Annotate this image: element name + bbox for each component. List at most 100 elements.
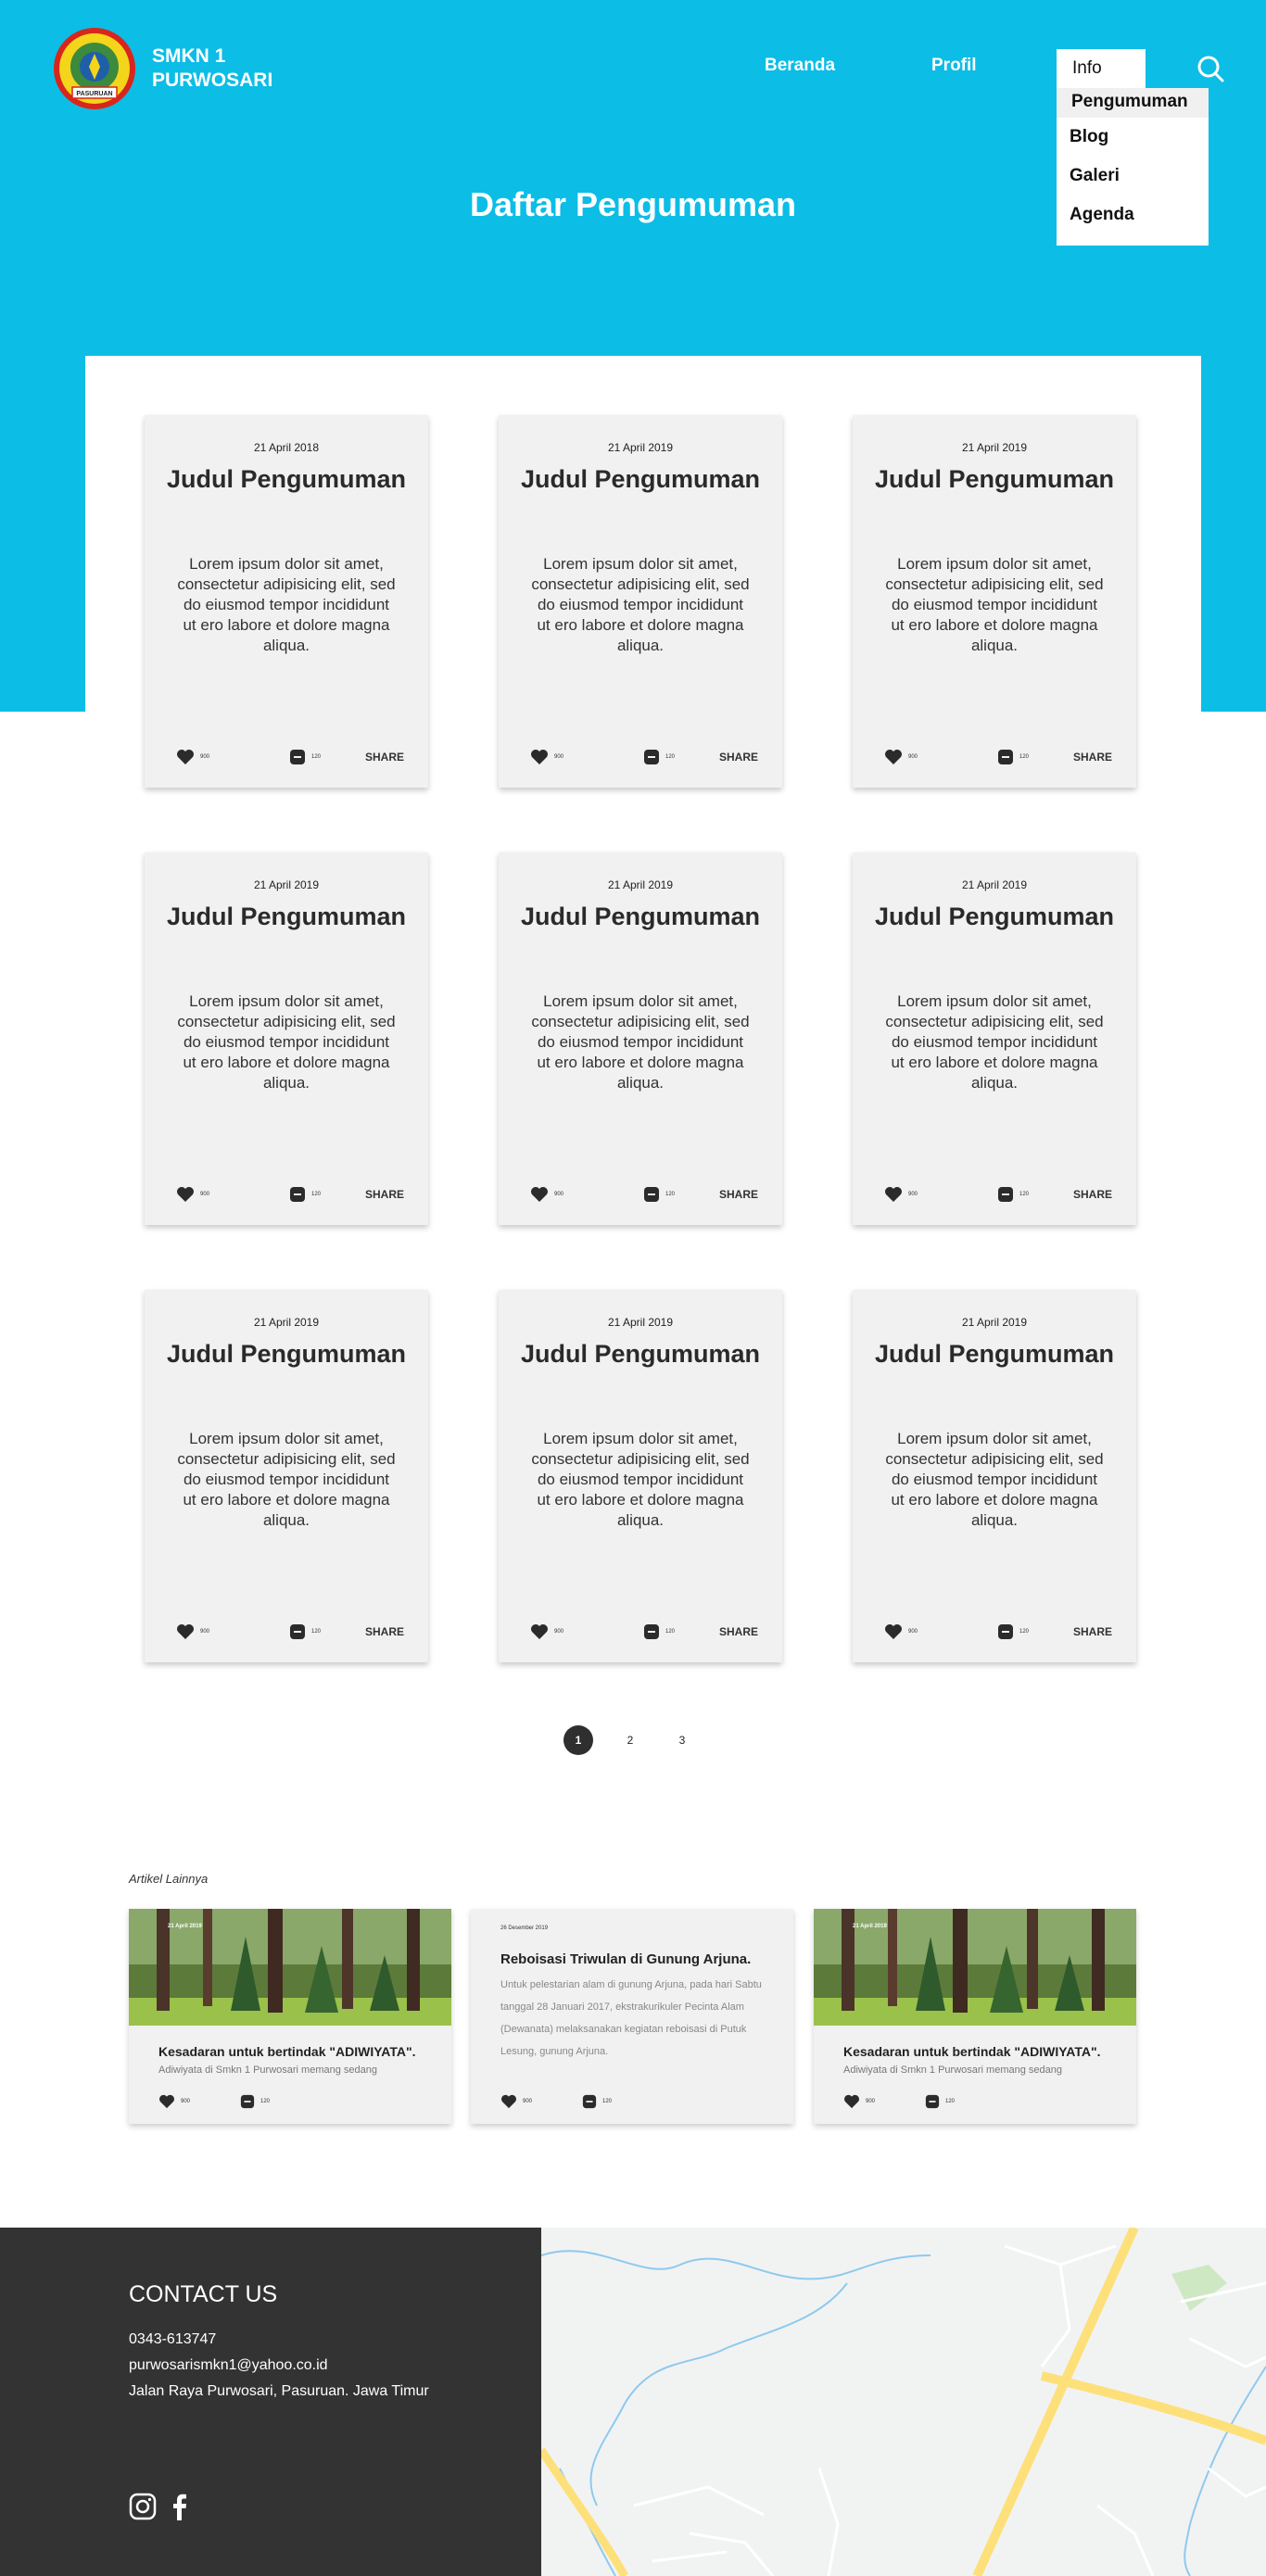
comment-icon bbox=[644, 1187, 659, 1202]
comment-icon bbox=[290, 1624, 305, 1639]
announcement-card-9[interactable]: 21 April 2019 Judul Pengumuman Lorem ips… bbox=[853, 1290, 1136, 1662]
card-title[interactable]: Judul Pengumuman bbox=[853, 1338, 1136, 1370]
card-date: 21 April 2019 bbox=[607, 1316, 674, 1329]
like-button[interactable]: 900 bbox=[176, 1186, 209, 1203]
share-button[interactable]: SHARE bbox=[1073, 751, 1112, 764]
dropdown-item-pengumuman[interactable]: Pengumuman bbox=[1057, 88, 1209, 118]
card-title[interactable]: Judul Pengumuman bbox=[499, 463, 782, 495]
related-card-3[interactable]: 21 April 2019 Kesadaran untuk bertindak … bbox=[814, 1909, 1136, 2124]
like-button[interactable]: 900 bbox=[530, 749, 563, 765]
dropdown-item-blog[interactable]: Blog bbox=[1070, 127, 1108, 147]
comment-count: 120 bbox=[665, 1629, 676, 1635]
related-title[interactable]: Kesadaran untuk bertindak "ADIWIYATA". bbox=[843, 2044, 1101, 2059]
comment-button[interactable]: 120 bbox=[582, 2094, 612, 2109]
contact-address: Jalan Raya Purwosari, Pasuruan. Jawa Tim… bbox=[129, 2383, 429, 2399]
card-body: Lorem ipsum dolor sit amet, consectetur … bbox=[531, 1430, 750, 1529]
heart-icon bbox=[531, 1187, 548, 1202]
comment-button[interactable]: 120 bbox=[289, 749, 321, 765]
comment-button[interactable]: 120 bbox=[643, 1623, 675, 1640]
related-date: 26 Desember 2019 bbox=[500, 1926, 549, 1931]
card-body: Lorem ipsum dolor sit amet, consectetur … bbox=[531, 555, 750, 654]
share-button[interactable]: SHARE bbox=[365, 1625, 404, 1638]
nav-info[interactable]: Info bbox=[1057, 49, 1146, 88]
announcement-card-7[interactable]: 21 April 2019 Judul Pengumuman Lorem ips… bbox=[145, 1290, 428, 1662]
page-2-button[interactable]: 2 bbox=[615, 1725, 645, 1755]
comment-icon bbox=[998, 1624, 1013, 1639]
contact-email[interactable]: purwosarismkn1@yahoo.co.id bbox=[129, 2357, 328, 2374]
card-footer: 900 120 SHARE bbox=[176, 1186, 404, 1203]
comment-button[interactable]: 120 bbox=[997, 1186, 1029, 1203]
share-button[interactable]: SHARE bbox=[719, 1625, 758, 1638]
share-button[interactable]: SHARE bbox=[365, 1188, 404, 1201]
search-icon[interactable] bbox=[1196, 54, 1225, 83]
announcement-card-1[interactable]: 21 April 2018 Judul Pengumuman Lorem ips… bbox=[145, 415, 428, 788]
like-button[interactable]: 900 bbox=[176, 749, 209, 765]
card-title[interactable]: Judul Pengumuman bbox=[145, 463, 428, 495]
announcement-card-2[interactable]: 21 April 2019 Judul Pengumuman Lorem ips… bbox=[499, 415, 782, 788]
card-title[interactable]: Judul Pengumuman bbox=[145, 901, 428, 932]
comment-button[interactable]: 120 bbox=[997, 1623, 1029, 1640]
comment-button[interactable]: 120 bbox=[643, 1186, 675, 1203]
card-title[interactable]: Judul Pengumuman bbox=[499, 1338, 782, 1370]
like-button[interactable]: 900 bbox=[500, 2094, 532, 2109]
announcement-card-5[interactable]: 21 April 2019 Judul Pengumuman Lorem ips… bbox=[499, 852, 782, 1225]
like-button[interactable]: 900 bbox=[530, 1186, 563, 1203]
announcement-card-4[interactable]: 21 April 2019 Judul Pengumuman Lorem ips… bbox=[145, 852, 428, 1225]
like-button[interactable]: 900 bbox=[884, 1623, 918, 1640]
share-button[interactable]: SHARE bbox=[1073, 1188, 1112, 1201]
share-button[interactable]: SHARE bbox=[719, 751, 758, 764]
card-title[interactable]: Judul Pengumuman bbox=[499, 901, 782, 932]
instagram-icon[interactable] bbox=[129, 2493, 157, 2520]
location-map[interactable] bbox=[541, 2228, 1266, 2576]
announcement-card-6[interactable]: 21 April 2019 Judul Pengumuman Lorem ips… bbox=[853, 852, 1136, 1225]
related-card-2[interactable]: 26 Desember 2019 Reboisasi Triwulan di G… bbox=[471, 1909, 793, 2124]
comment-icon bbox=[925, 2094, 940, 2109]
comment-button[interactable]: 120 bbox=[289, 1186, 321, 1203]
facebook-icon[interactable] bbox=[170, 2493, 188, 2520]
like-button[interactable]: 900 bbox=[884, 749, 918, 765]
share-button[interactable]: SHARE bbox=[1073, 1625, 1112, 1638]
comment-count: 120 bbox=[665, 1192, 676, 1197]
related-title[interactable]: Kesadaran untuk bertindak "ADIWIYATA". bbox=[158, 2044, 416, 2059]
share-button[interactable]: SHARE bbox=[365, 751, 404, 764]
card-title[interactable]: Judul Pengumuman bbox=[145, 1338, 428, 1370]
contact-section: CONTACT US 0343-613747 purwosarismkn1@ya… bbox=[0, 2228, 541, 2576]
card-date: 21 April 2018 bbox=[253, 441, 320, 454]
card-body: Lorem ipsum dolor sit amet, consectetur … bbox=[177, 1430, 396, 1529]
like-button[interactable]: 900 bbox=[884, 1186, 918, 1203]
comment-button[interactable]: 120 bbox=[643, 749, 675, 765]
related-card-1[interactable]: 21 April 2019 Kesadaran untuk bertindak … bbox=[129, 1909, 451, 2124]
comment-button[interactable]: 120 bbox=[997, 749, 1029, 765]
card-title[interactable]: Judul Pengumuman bbox=[853, 463, 1136, 495]
comment-button[interactable]: 120 bbox=[925, 2094, 955, 2109]
heart-icon bbox=[531, 1624, 548, 1639]
like-button[interactable]: 900 bbox=[843, 2094, 875, 2109]
nav-home[interactable]: Beranda bbox=[765, 56, 835, 76]
like-button[interactable]: 900 bbox=[158, 2094, 190, 2109]
announcement-card-3[interactable]: 21 April 2019 Judul Pengumuman Lorem ips… bbox=[853, 415, 1136, 788]
share-button[interactable]: SHARE bbox=[719, 1188, 758, 1201]
related-image-date: 21 April 2019 bbox=[853, 1924, 887, 1929]
card-date: 21 April 2019 bbox=[607, 878, 674, 891]
comment-count: 120 bbox=[665, 754, 676, 760]
card-date: 21 April 2019 bbox=[253, 1316, 320, 1329]
like-button[interactable]: 900 bbox=[530, 1623, 563, 1640]
contact-title: CONTACT US bbox=[129, 2281, 278, 2307]
related-title[interactable]: Reboisasi Triwulan di Gunung Arjuna. bbox=[500, 1951, 751, 1967]
comment-button[interactable]: 120 bbox=[240, 2094, 270, 2109]
comment-button[interactable]: 120 bbox=[289, 1623, 321, 1640]
school-logo-icon[interactable]: PASURUAN bbox=[52, 26, 137, 111]
card-title[interactable]: Judul Pengumuman bbox=[853, 901, 1136, 932]
heart-icon bbox=[531, 750, 548, 764]
contact-phone[interactable]: 0343-613747 bbox=[129, 2331, 216, 2348]
nav-profile[interactable]: Profil bbox=[931, 56, 977, 76]
page-1-button[interactable]: 1 bbox=[563, 1725, 593, 1755]
comment-icon bbox=[290, 750, 305, 764]
page-3-button[interactable]: 3 bbox=[667, 1725, 697, 1755]
heart-icon bbox=[159, 2094, 174, 2109]
like-button[interactable]: 900 bbox=[176, 1623, 209, 1640]
comment-icon bbox=[644, 750, 659, 764]
announcement-card-8[interactable]: 21 April 2019 Judul Pengumuman Lorem ips… bbox=[499, 1290, 782, 1662]
dropdown-item-galeri[interactable]: Galeri bbox=[1070, 166, 1120, 186]
brand-name[interactable]: SMKN 1 PURWOSARI bbox=[152, 44, 272, 93]
